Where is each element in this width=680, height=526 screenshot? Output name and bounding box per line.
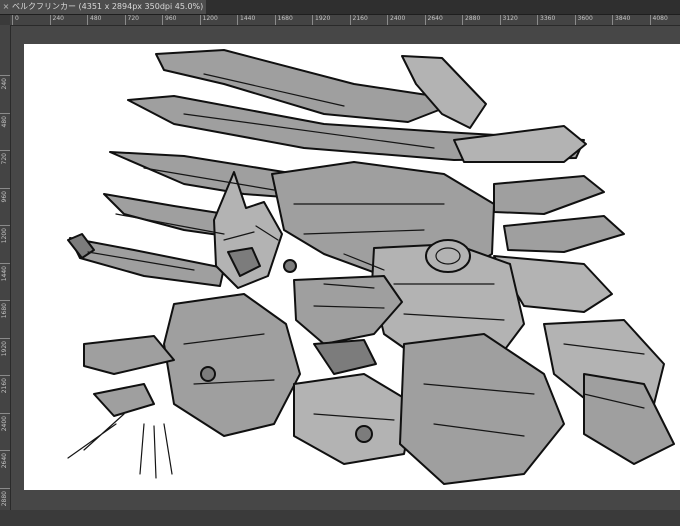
ruler-tick-label: 1680 bbox=[0, 300, 10, 339]
ruler-tick-label: 960 bbox=[0, 188, 10, 227]
horizontal-ruler[interactable]: 0 240 480 720 960 1200 1440 1680 1920 2160 2400 264… bbox=[10, 15, 680, 26]
ruler-tick-label: 1680 bbox=[275, 15, 293, 25]
ruler-tick-label: 2160 bbox=[0, 375, 10, 414]
canvas-area[interactable] bbox=[11, 26, 680, 510]
document-tab[interactable]: ×ベルクフリンカー (4351 x 2894px 350dpi 45.0%) bbox=[0, 0, 206, 14]
ruler-tick-label: 3600 bbox=[575, 15, 593, 25]
ruler-tick-label: 2400 bbox=[0, 413, 10, 452]
ruler-tick-label: 480 bbox=[87, 15, 101, 25]
ruler-tick-label: 1920 bbox=[0, 338, 10, 377]
mecha-line-art bbox=[24, 44, 680, 490]
ruler-tick-label: 3840 bbox=[612, 15, 630, 25]
ruler-tick-label: 1440 bbox=[237, 15, 255, 25]
ruler-tick-label: 4080 bbox=[650, 15, 668, 25]
ruler-tick-label: 1200 bbox=[0, 225, 10, 264]
ruler-tick-label: 0 bbox=[12, 15, 19, 25]
ruler-tick-label: 720 bbox=[0, 150, 10, 189]
ruler-tick-label: 2160 bbox=[350, 15, 368, 25]
document-tab-bar: ×ベルクフリンカー (4351 x 2894px 350dpi 45.0%) bbox=[0, 0, 680, 15]
ruler-tick-label: 1920 bbox=[312, 15, 330, 25]
ruler-tick-label: 2640 bbox=[425, 15, 443, 25]
ruler-tick-label: 720 bbox=[125, 15, 139, 25]
ruler-tick-label: 2880 bbox=[0, 488, 10, 526]
vertical-ruler[interactable]: 2404807209601200144016801920216024002640… bbox=[0, 25, 11, 510]
ruler-tick-label: 1440 bbox=[0, 263, 10, 302]
ruler-tick-label: 240 bbox=[0, 75, 10, 114]
ruler-tick-label: 2400 bbox=[387, 15, 405, 25]
ruler-tick-label: 1200 bbox=[200, 15, 218, 25]
ruler-tick-label: 3360 bbox=[537, 15, 555, 25]
ruler-tick-label: 2880 bbox=[462, 15, 480, 25]
ruler-tick-label: 960 bbox=[162, 15, 176, 25]
ruler-tick-label: 2640 bbox=[0, 450, 10, 489]
close-tab-icon[interactable]: × bbox=[0, 0, 12, 14]
ruler-tick-label: 3120 bbox=[500, 15, 518, 25]
canvas-paper[interactable] bbox=[24, 44, 680, 490]
document-tab-title: ベルクフリンカー (4351 x 2894px 350dpi 45.0%) bbox=[12, 2, 203, 11]
ruler-tick-label: 240 bbox=[50, 15, 64, 25]
ruler-tick-label: 480 bbox=[0, 113, 10, 152]
